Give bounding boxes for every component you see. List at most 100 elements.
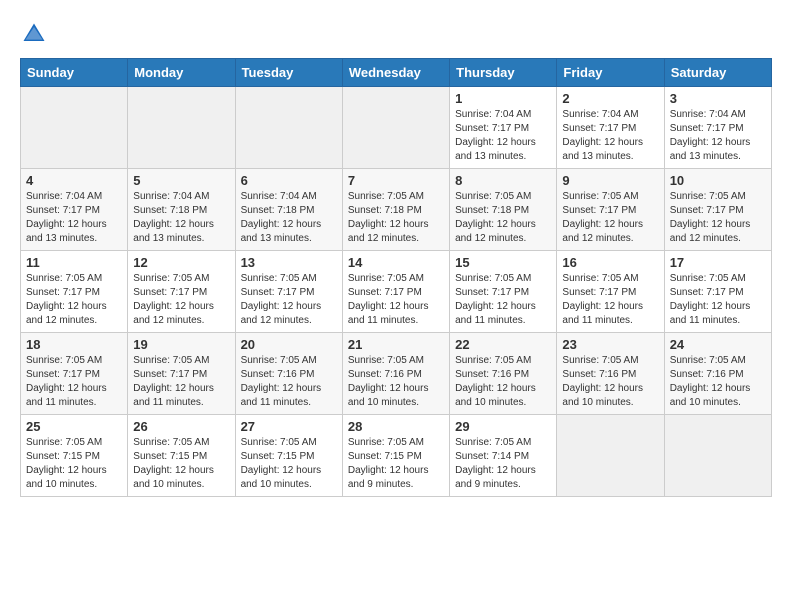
calendar-week-2: 4 Sunrise: 7:04 AM Sunset: 7:17 PM Daylig…: [21, 169, 772, 251]
day-detail: Sunrise: 7:05 AM Sunset: 7:18 PM Dayligh…: [455, 190, 551, 246]
day-number: 16: [562, 255, 658, 270]
day-detail: Sunrise: 7:05 AM Sunset: 7:17 PM Dayligh…: [133, 272, 229, 328]
day-detail: Sunrise: 7:04 AM Sunset: 7:17 PM Dayligh…: [562, 108, 658, 164]
calendar-cell: 17 Sunrise: 7:05 AM Sunset: 7:17 PM Dayli…: [664, 251, 771, 333]
day-number: 26: [133, 419, 229, 434]
calendar-body: 1 Sunrise: 7:04 AM Sunset: 7:17 PM Daylig…: [21, 87, 772, 497]
calendar-cell: 14Sunrise: 7:05 AM Sunset: 7:17 PM Dayli…: [342, 251, 449, 333]
day-number: 25: [26, 419, 122, 434]
calendar-cell: 18 Sunrise: 7:05 AM Sunset: 7:17 PM Dayli…: [21, 333, 128, 415]
day-detail: Sunrise: 7:04 AM Sunset: 7:17 PM Dayligh…: [455, 108, 551, 164]
day-number: 15: [455, 255, 551, 270]
day-header-monday: Monday: [128, 59, 235, 87]
day-detail: Sunrise: 7:05 AM Sunset: 7:17 PM Dayligh…: [133, 354, 229, 410]
day-header-wednesday: Wednesday: [342, 59, 449, 87]
calendar-cell: [128, 87, 235, 169]
calendar-cell: 21 Sunrise: 7:05 AM Sunset: 7:16 PM Dayli…: [342, 333, 449, 415]
day-number: 10: [670, 173, 766, 188]
day-detail: Sunrise: 7:04 AM Sunset: 7:17 PM Dayligh…: [26, 190, 122, 246]
logo: [20, 20, 52, 48]
day-detail: Sunrise: 7:05 AM Sunset: 7:15 PM Dayligh…: [241, 436, 337, 492]
calendar-table: SundayMondayTuesdayWednesdayThursdayFrid…: [20, 58, 772, 497]
day-number: 18: [26, 337, 122, 352]
calendar-cell: 9Sunrise: 7:05 AM Sunset: 7:17 PM Daylig…: [557, 169, 664, 251]
day-detail: Sunrise: 7:05 AM Sunset: 7:15 PM Dayligh…: [133, 436, 229, 492]
calendar-week-3: 11 Sunrise: 7:05 AM Sunset: 7:17 PM Dayli…: [21, 251, 772, 333]
day-detail: Sunrise: 7:05 AM Sunset: 7:17 PM Dayligh…: [670, 272, 766, 328]
calendar-week-1: 1 Sunrise: 7:04 AM Sunset: 7:17 PM Daylig…: [21, 87, 772, 169]
calendar-cell: 19 Sunrise: 7:05 AM Sunset: 7:17 PM Dayli…: [128, 333, 235, 415]
day-header-friday: Friday: [557, 59, 664, 87]
day-detail: Sunrise: 7:05 AM Sunset: 7:16 PM Dayligh…: [562, 354, 658, 410]
day-number: 1: [455, 91, 551, 106]
day-number: 28: [348, 419, 444, 434]
day-detail: Sunrise: 7:05 AM Sunset: 7:17 PM Dayligh…: [26, 354, 122, 410]
calendar-cell: 16 Sunrise: 7:05 AM Sunset: 7:17 PM Dayli…: [557, 251, 664, 333]
day-number: 6: [241, 173, 337, 188]
calendar-cell: [21, 87, 128, 169]
day-number: 22: [455, 337, 551, 352]
day-number: 27: [241, 419, 337, 434]
calendar-cell: 27 Sunrise: 7:05 AM Sunset: 7:15 PM Dayli…: [235, 415, 342, 497]
day-number: 8: [455, 173, 551, 188]
day-number: 3: [670, 91, 766, 106]
day-detail: Sunrise: 7:04 AM Sunset: 7:18 PM Dayligh…: [133, 190, 229, 246]
day-detail: Sunrise: 7:05 AM Sunset: 7:15 PM Dayligh…: [26, 436, 122, 492]
day-detail: Sunrise: 7:05 AM Sunset: 7:17 PM Dayligh…: [241, 272, 337, 328]
day-detail: Sunrise: 7:05 AM Sunset: 7:17 PM Dayligh…: [562, 190, 658, 246]
day-number: 2: [562, 91, 658, 106]
calendar-cell: [557, 415, 664, 497]
calendar-header: SundayMondayTuesdayWednesdayThursdayFrid…: [21, 59, 772, 87]
day-header-saturday: Saturday: [664, 59, 771, 87]
calendar-cell: 24 Sunrise: 7:05 AM Sunset: 7:16 PM Dayli…: [664, 333, 771, 415]
day-detail: Sunrise: 7:05 AM Sunset: 7:17 PM Dayligh…: [670, 190, 766, 246]
day-number: 20: [241, 337, 337, 352]
day-header-thursday: Thursday: [450, 59, 557, 87]
header: [20, 20, 772, 48]
calendar-cell: 6Sunrise: 7:04 AM Sunset: 7:18 PM Daylig…: [235, 169, 342, 251]
calendar-cell: 7 Sunrise: 7:05 AM Sunset: 7:18 PM Daylig…: [342, 169, 449, 251]
calendar-cell: 28Sunrise: 7:05 AM Sunset: 7:15 PM Dayli…: [342, 415, 449, 497]
calendar-week-4: 18 Sunrise: 7:05 AM Sunset: 7:17 PM Dayli…: [21, 333, 772, 415]
calendar-cell: 5 Sunrise: 7:04 AM Sunset: 7:18 PM Daylig…: [128, 169, 235, 251]
day-number: 13: [241, 255, 337, 270]
calendar-cell: 8 Sunrise: 7:05 AM Sunset: 7:18 PM Daylig…: [450, 169, 557, 251]
calendar-cell: 25 Sunrise: 7:05 AM Sunset: 7:15 PM Dayli…: [21, 415, 128, 497]
day-detail: Sunrise: 7:05 AM Sunset: 7:16 PM Dayligh…: [670, 354, 766, 410]
day-detail: Sunrise: 7:05 AM Sunset: 7:18 PM Dayligh…: [348, 190, 444, 246]
day-number: 21: [348, 337, 444, 352]
day-detail: Sunrise: 7:05 AM Sunset: 7:17 PM Dayligh…: [348, 272, 444, 328]
day-number: 24: [670, 337, 766, 352]
calendar-cell: 13 Sunrise: 7:05 AM Sunset: 7:17 PM Dayli…: [235, 251, 342, 333]
day-header-sunday: Sunday: [21, 59, 128, 87]
calendar-cell: 3 Sunrise: 7:04 AM Sunset: 7:17 PM Daylig…: [664, 87, 771, 169]
day-number: 12: [133, 255, 229, 270]
calendar-cell: 10 Sunrise: 7:05 AM Sunset: 7:17 PM Dayli…: [664, 169, 771, 251]
calendar-cell: 1 Sunrise: 7:04 AM Sunset: 7:17 PM Daylig…: [450, 87, 557, 169]
day-number: 4: [26, 173, 122, 188]
calendar-cell: 12 Sunrise: 7:05 AM Sunset: 7:17 PM Dayli…: [128, 251, 235, 333]
day-detail: Sunrise: 7:05 AM Sunset: 7:17 PM Dayligh…: [562, 272, 658, 328]
day-number: 5: [133, 173, 229, 188]
day-detail: Sunrise: 7:04 AM Sunset: 7:17 PM Dayligh…: [670, 108, 766, 164]
day-number: 7: [348, 173, 444, 188]
calendar-cell: 11Sunrise: 7:05 AM Sunset: 7:17 PM Dayli…: [21, 251, 128, 333]
calendar-cell: 15 Sunrise: 7:05 AM Sunset: 7:17 PM Dayli…: [450, 251, 557, 333]
calendar-cell: [342, 87, 449, 169]
calendar-cell: 23 Sunrise: 7:05 AM Sunset: 7:16 PM Dayli…: [557, 333, 664, 415]
day-number: 29: [455, 419, 551, 434]
logo-icon: [20, 20, 48, 48]
day-number: 23: [562, 337, 658, 352]
calendar-cell: [664, 415, 771, 497]
day-number: 17: [670, 255, 766, 270]
calendar-cell: 22Sunrise: 7:05 AM Sunset: 7:16 PM Dayli…: [450, 333, 557, 415]
day-header-tuesday: Tuesday: [235, 59, 342, 87]
day-number: 19: [133, 337, 229, 352]
day-detail: Sunrise: 7:05 AM Sunset: 7:14 PM Dayligh…: [455, 436, 551, 492]
days-header-row: SundayMondayTuesdayWednesdayThursdayFrid…: [21, 59, 772, 87]
day-detail: Sunrise: 7:05 AM Sunset: 7:17 PM Dayligh…: [455, 272, 551, 328]
day-detail: Sunrise: 7:05 AM Sunset: 7:16 PM Dayligh…: [348, 354, 444, 410]
calendar-week-5: 25 Sunrise: 7:05 AM Sunset: 7:15 PM Dayli…: [21, 415, 772, 497]
calendar-cell: [235, 87, 342, 169]
day-number: 11: [26, 255, 122, 270]
